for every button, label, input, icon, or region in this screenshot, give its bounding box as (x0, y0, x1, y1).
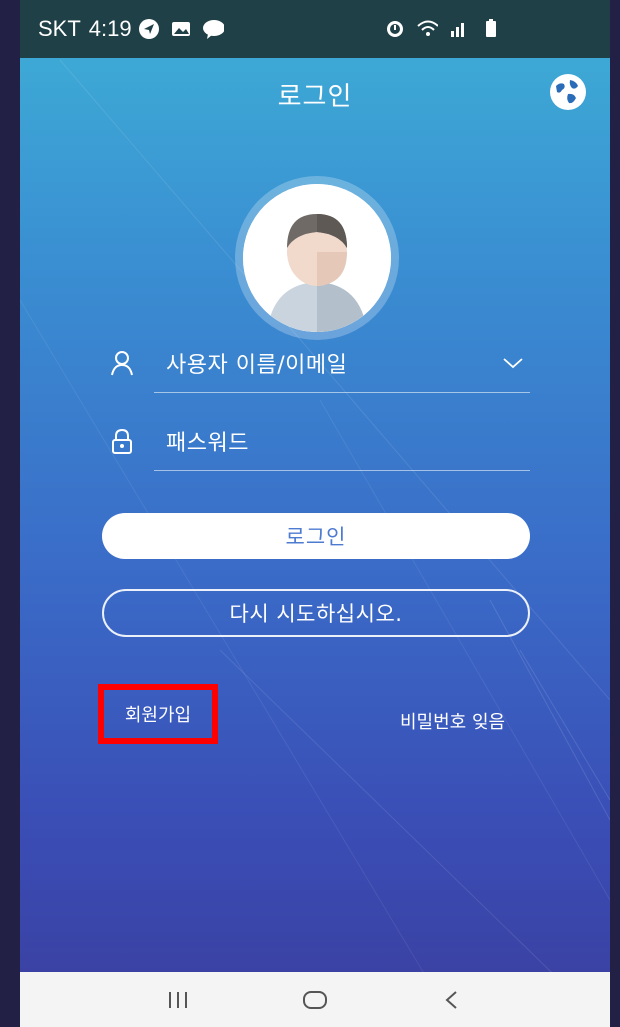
alarm-icon (384, 17, 406, 39)
status-time: 4:19 (88, 16, 132, 41)
signal-icon (448, 17, 470, 39)
forgot-password-link[interactable]: 비밀번호 잊음 (400, 708, 505, 734)
phone-screen: SKT 4:19 로그인 사용자 이름/이메일 패스워드 로그인 다시 시도하십… (20, 0, 610, 1027)
gallery-icon (170, 18, 192, 40)
username-placeholder: 사용자 이름/이메일 (166, 353, 348, 378)
avatar-icon (243, 184, 391, 332)
battery-icon (480, 17, 502, 39)
status-bar: SKT 4:19 (20, 0, 610, 58)
navigation-icon (138, 18, 160, 40)
signup-link[interactable]: 회원가입 (98, 684, 218, 744)
retry-button[interactable]: 다시 시도하십시오. (102, 589, 530, 637)
recent-apps-icon[interactable] (158, 980, 198, 1020)
login-button[interactable]: 로그인 (102, 513, 530, 559)
globe-icon[interactable] (548, 72, 588, 112)
status-carrier: SKT (38, 16, 81, 41)
home-icon[interactable] (295, 980, 335, 1020)
wifi-icon (416, 17, 438, 39)
password-field[interactable]: 패스워드 (102, 413, 530, 471)
system-navigation-bar (20, 972, 610, 1027)
talk-icon (202, 18, 224, 40)
page-title: 로그인 (277, 82, 353, 112)
top-bar: 로그인 (20, 58, 610, 128)
avatar (235, 176, 399, 340)
chevron-down-icon[interactable] (502, 355, 524, 371)
username-field[interactable]: 사용자 이름/이메일 (102, 335, 530, 393)
back-icon[interactable] (432, 980, 472, 1020)
password-underline (154, 470, 530, 471)
user-icon (108, 349, 136, 377)
password-placeholder: 패스워드 (166, 431, 249, 456)
lock-icon (108, 427, 136, 455)
username-underline (154, 392, 530, 393)
